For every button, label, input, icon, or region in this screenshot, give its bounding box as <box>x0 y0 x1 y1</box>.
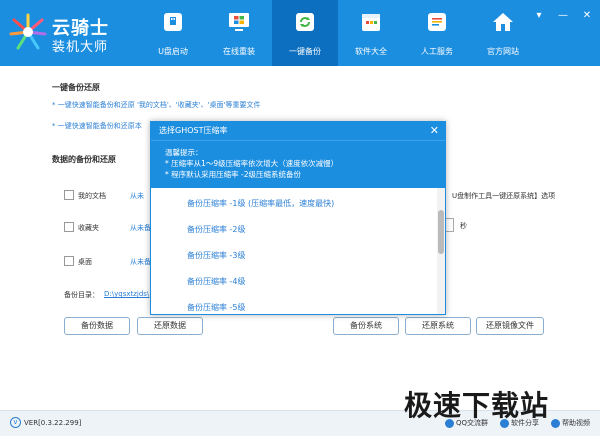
nav-label: 软件大全 <box>355 47 387 56</box>
checkbox-desktop[interactable] <box>64 256 74 266</box>
menu-dropdown-icon[interactable]: ▾ <box>534 10 544 21</box>
nav-label: 在线重装 <box>223 47 255 56</box>
row-label: 收藏夹 <box>78 224 99 232</box>
row-status-link[interactable]: 从未 <box>130 191 144 201</box>
nav-online-reinstall[interactable]: 在线重装 <box>206 0 272 66</box>
row-status-link[interactable]: 从未备 <box>130 223 151 233</box>
version-info: v VER[0.3.22.299] <box>10 417 81 428</box>
chat-service-icon <box>428 13 446 31</box>
scrollbar-track[interactable] <box>437 188 445 314</box>
dialog-header: 选择GHOST压缩率 ✕ <box>151 122 445 140</box>
restore-system-button[interactable]: 还原系统 <box>405 317 471 335</box>
section-title-backup-restore: 一键备份还原 <box>52 83 100 92</box>
restore-image-button[interactable]: 还原镜像文件 <box>476 317 544 335</box>
dialog-title: 选择GHOST压缩率 <box>159 126 228 135</box>
logo-star-icon <box>9 13 47 50</box>
window-controls: ▾ — ✕ <box>534 10 592 21</box>
restore-data-button[interactable]: 还原数据 <box>137 317 203 335</box>
app-subtitle: 装机大师 <box>52 40 109 55</box>
main-nav: U盘启动 在线重装 一键备份 软件大全 人工服务 官方网站 <box>140 0 536 66</box>
nav-usb-boot[interactable]: U盘启动 <box>140 0 206 66</box>
minimize-icon[interactable]: — <box>558 10 568 21</box>
info-line-2: * 程序默认采用压缩率 -2级压缩系统备份 <box>165 170 301 179</box>
header-bar: 云骑士 装机大师 U盘启动 在线重装 一键备份 软件大全 人工服务 官方网站 ▾… <box>0 0 600 66</box>
footer-help-video[interactable]: 帮助视频 <box>551 418 590 428</box>
nav-label: 人工服务 <box>421 47 453 56</box>
close-icon[interactable]: ✕ <box>430 122 439 140</box>
version-text: VER[0.3.22.299] <box>24 418 82 427</box>
backup-system-button[interactable]: 备份系统 <box>333 317 399 335</box>
software-box-icon <box>362 14 380 31</box>
video-icon <box>551 418 560 428</box>
compression-option-list: 备份压缩率 -1级 (压缩率最低，速度最快) 备份压缩率 -2级 备份压缩率 -… <box>151 188 445 314</box>
section-title-data-backup: 数据的备份和还原 <box>52 155 116 164</box>
row-label: 我的文档 <box>78 192 106 200</box>
checkbox-my-documents[interactable] <box>64 190 74 200</box>
backup-dir-label: 备份目录： <box>64 291 99 299</box>
backup-dir-link[interactable]: D:\yqsxtzjds\ <box>104 290 149 298</box>
nav-manual-service[interactable]: 人工服务 <box>404 0 470 66</box>
watermark-text: 极速下载站 <box>404 389 550 422</box>
chevron-down-circle-icon[interactable]: v <box>10 417 21 428</box>
video-label: 帮助视频 <box>562 419 590 427</box>
close-icon[interactable]: ✕ <box>582 10 592 21</box>
row-label: 桌面 <box>78 258 92 266</box>
right-note-text: U盘制作工具一键还原系统】选项 <box>452 192 556 200</box>
nav-label: 一键备份 <box>289 47 321 56</box>
compression-option-3[interactable]: 备份压缩率 -3级 <box>187 250 246 261</box>
scrollbar-thumb[interactable] <box>438 210 444 254</box>
tip-line-2: * 一键快速智能备份和还原本 <box>52 122 142 130</box>
nav-one-key-backup[interactable]: 一键备份 <box>272 0 338 66</box>
seconds-label: 秒 <box>460 222 467 230</box>
nav-label: U盘启动 <box>158 47 188 56</box>
nav-official-site[interactable]: 官方网站 <box>470 0 536 66</box>
ghost-compression-dialog: 选择GHOST压缩率 ✕ 温馨提示： * 压缩率从1～9级压缩率依次增大（速度依… <box>150 121 446 315</box>
checkbox-favorites[interactable] <box>64 222 74 232</box>
info-title: 温馨提示： <box>165 148 203 157</box>
backup-data-button[interactable]: 备份数据 <box>64 317 130 335</box>
compression-option-1[interactable]: 备份压缩率 -1级 (压缩率最低，速度最快) <box>187 198 334 209</box>
compression-option-2[interactable]: 备份压缩率 -2级 <box>187 224 246 235</box>
info-line-1: * 压缩率从1～9级压缩率依次增大（速度依次减慢） <box>165 159 339 168</box>
nav-software[interactable]: 软件大全 <box>338 0 404 66</box>
tip-line-1: * 一键快速智能备份和还原 '我的文档'、'收藏夹'、'桌面'等重要文件 <box>52 101 261 109</box>
row-status-link[interactable]: 从未备 <box>130 257 151 267</box>
nav-label: 官方网站 <box>487 47 519 56</box>
backup-refresh-icon <box>296 13 314 31</box>
windows-monitor-icon <box>229 13 249 31</box>
app-logo: 云骑士 装机大师 <box>8 12 158 56</box>
compression-option-5[interactable]: 备份压缩率 -5级 <box>187 302 246 313</box>
dialog-info: 温馨提示： * 压缩率从1～9级压缩率依次增大（速度依次减慢） * 程序默认采用… <box>151 140 445 188</box>
compression-option-4[interactable]: 备份压缩率 -4级 <box>187 276 246 287</box>
home-icon <box>493 13 513 31</box>
usb-drive-icon <box>164 13 182 31</box>
